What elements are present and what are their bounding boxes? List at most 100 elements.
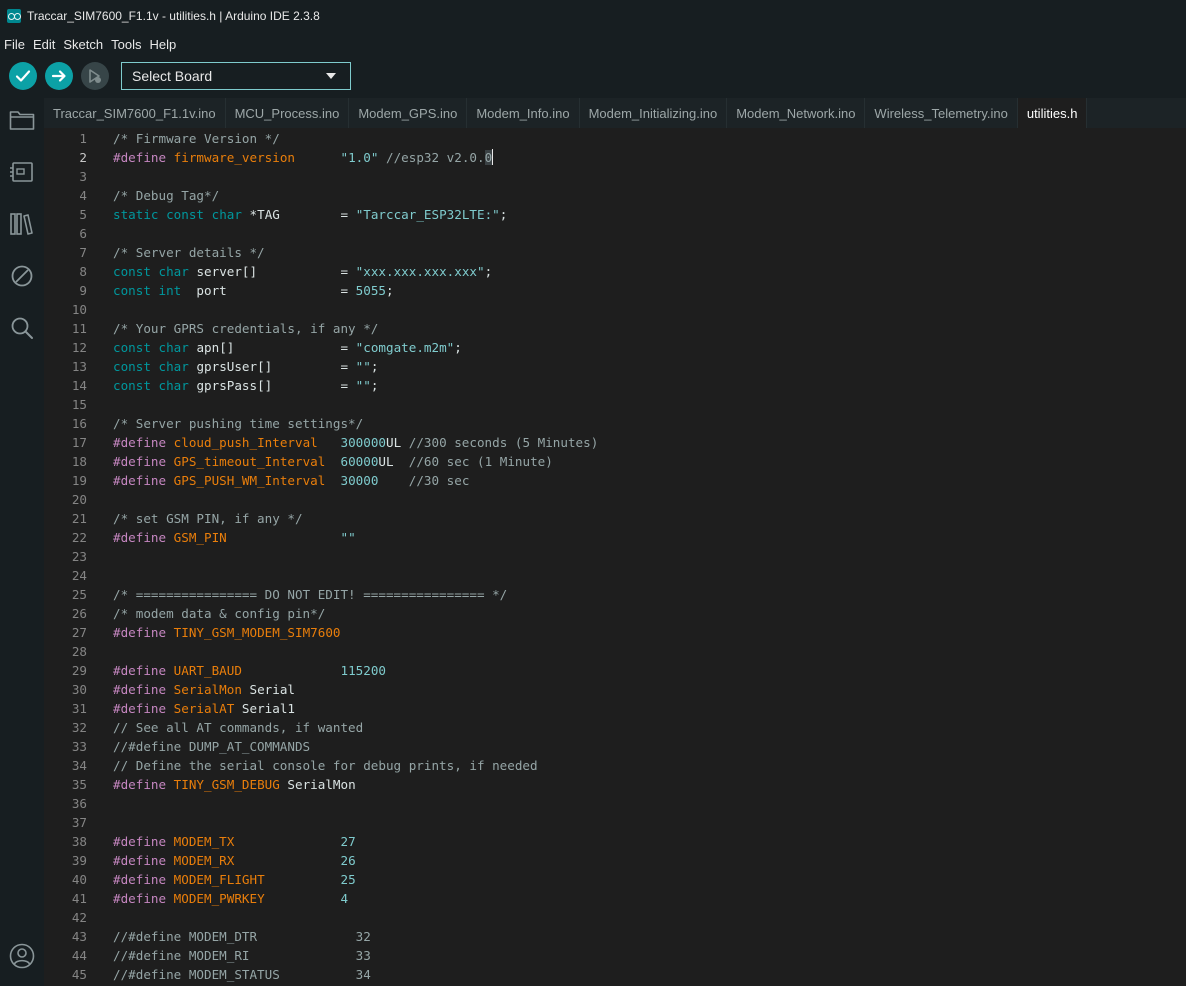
code-text: const char gprsPass[] = ""; bbox=[113, 376, 378, 395]
code-line[interactable]: 41 #define MODEM_PWRKEY 4 bbox=[44, 889, 1186, 908]
code-line[interactable]: 13 const char gprsUser[] = ""; bbox=[44, 357, 1186, 376]
tab-modem-network[interactable]: Modem_Network.ino bbox=[727, 98, 866, 128]
code-text: // See all AT commands, if wanted bbox=[113, 718, 363, 737]
code-line[interactable]: 25 /* ================ DO NOT EDIT! =====… bbox=[44, 585, 1186, 604]
code-line[interactable]: 7 /* Server details */ bbox=[44, 243, 1186, 262]
code-line[interactable]: 42 bbox=[44, 908, 1186, 927]
menu-tools[interactable]: Tools bbox=[107, 37, 145, 52]
code-token: const bbox=[113, 283, 151, 298]
code-token: char bbox=[158, 378, 189, 393]
code-line[interactable]: 32 // See all AT commands, if wanted bbox=[44, 718, 1186, 737]
code-line[interactable]: 2 #define firmware_version "1.0" //esp32 … bbox=[44, 148, 1186, 167]
tab-modem-gps[interactable]: Modem_GPS.ino bbox=[349, 98, 468, 128]
code-line[interactable]: 11 /* Your GPRS credentials, if any */ bbox=[44, 319, 1186, 338]
code-line[interactable]: 31 #define SerialAT Serial1 bbox=[44, 699, 1186, 718]
code-token: ; bbox=[370, 378, 379, 393]
menu-help[interactable]: Help bbox=[145, 37, 180, 52]
code-line[interactable]: 9 const int port = 5055; bbox=[44, 281, 1186, 300]
code-token: const bbox=[113, 264, 151, 279]
code-editor[interactable]: 1 /* Firmware Version */ 2 #define firmware… bbox=[44, 128, 1186, 986]
code-token: MODEM_PWRKEY bbox=[173, 891, 265, 906]
upload-button[interactable] bbox=[45, 62, 73, 90]
code-line[interactable]: 34 // Define the serial console for debug… bbox=[44, 756, 1186, 775]
code-line[interactable]: 28 bbox=[44, 642, 1186, 661]
arrow-right-icon bbox=[51, 70, 66, 82]
code-line[interactable]: 35 #define TINY_GSM_DEBUG SerialMon bbox=[44, 775, 1186, 794]
code-line[interactable]: 8 const char server[] = "xxx.xxx.xxx.xxx"… bbox=[44, 262, 1186, 281]
code-line[interactable]: 37 bbox=[44, 813, 1186, 832]
code-token: TINY_GSM_DEBUG bbox=[173, 777, 280, 792]
code-line[interactable]: 14 const char gprsPass[] = ""; bbox=[44, 376, 1186, 395]
code-line[interactable]: 1 /* Firmware Version */ bbox=[44, 129, 1186, 148]
code-token: #define bbox=[113, 891, 167, 906]
tab-utilities[interactable]: utilities.h bbox=[1017, 98, 1088, 128]
code-line[interactable]: 27 #define TINY_GSM_MODEM_SIM7600 bbox=[44, 623, 1186, 642]
code-line[interactable]: 38 #define MODEM_TX 27 bbox=[44, 832, 1186, 851]
code-line[interactable]: 3 bbox=[44, 167, 1186, 186]
verify-button[interactable] bbox=[9, 62, 37, 90]
code-line[interactable]: 17 #define cloud_push_Interval 300000UL /… bbox=[44, 433, 1186, 452]
line-number: 23 bbox=[71, 549, 87, 564]
code-line[interactable]: 22 #define GSM_PIN "" bbox=[44, 528, 1186, 547]
code-token: UL bbox=[378, 454, 409, 469]
code-line[interactable]: 40 #define MODEM_FLIGHT 25 bbox=[44, 870, 1186, 889]
code-line[interactable]: 6 bbox=[44, 224, 1186, 243]
code-line[interactable]: 23 bbox=[44, 547, 1186, 566]
code-line[interactable]: 18 #define GPS_timeout_Interval 60000UL /… bbox=[44, 452, 1186, 471]
code-line[interactable]: 4 /* Debug Tag*/ bbox=[44, 186, 1186, 205]
code-line[interactable]: 29 #define UART_BAUD 115200 bbox=[44, 661, 1186, 680]
code-line[interactable]: 36 bbox=[44, 794, 1186, 813]
code-token: ; bbox=[499, 207, 508, 222]
line-number: 38 bbox=[71, 834, 87, 849]
code-token: Serial1 bbox=[234, 701, 296, 716]
code-line[interactable]: 43 //#define MODEM_DTR 32 bbox=[44, 927, 1186, 946]
code-line[interactable]: 19 #define GPS_PUSH_WM_Interval 30000 //3… bbox=[44, 471, 1186, 490]
code-line[interactable]: 15 bbox=[44, 395, 1186, 414]
line-number: 43 bbox=[71, 929, 87, 944]
code-text: /* Your GPRS credentials, if any */ bbox=[113, 319, 378, 338]
search-icon bbox=[11, 317, 33, 339]
code-line[interactable]: 44 //#define MODEM_RI 33 bbox=[44, 946, 1186, 965]
code-line[interactable]: 20 bbox=[44, 490, 1186, 509]
boards-manager-button[interactable] bbox=[8, 158, 36, 186]
profile-button[interactable] bbox=[8, 942, 36, 970]
search-button[interactable] bbox=[8, 314, 36, 342]
tab-modem-info[interactable]: Modem_Info.ino bbox=[467, 98, 580, 128]
code-token: #define bbox=[113, 625, 167, 640]
code-line[interactable]: 30 #define SerialMon Serial bbox=[44, 680, 1186, 699]
line-number: 7 bbox=[79, 245, 87, 260]
code-text: //#define MODEM_DTR 32 bbox=[113, 927, 371, 946]
code-token: MODEM_RX bbox=[173, 853, 235, 868]
code-line[interactable]: 24 bbox=[44, 566, 1186, 585]
debug-view-button[interactable] bbox=[8, 262, 36, 290]
menu-edit[interactable]: Edit bbox=[29, 37, 59, 52]
tab-mcu-process[interactable]: MCU_Process.ino bbox=[226, 98, 350, 128]
library-manager-button[interactable] bbox=[8, 210, 36, 238]
line-number: 27 bbox=[71, 625, 87, 640]
debug-button[interactable] bbox=[81, 62, 109, 90]
code-text: //#define MODEM_STATUS 34 bbox=[113, 965, 371, 984]
code-line[interactable]: 26 /* modem data & config pin*/ bbox=[44, 604, 1186, 623]
code-line[interactable]: 5 static const char *TAG = "Tarccar_ESP32… bbox=[44, 205, 1186, 224]
line-number: 33 bbox=[71, 739, 87, 754]
tab-wireless-telemetry[interactable]: Wireless_Telemetry.ino bbox=[865, 98, 1018, 128]
tab-modem-initializing[interactable]: Modem_Initializing.ino bbox=[580, 98, 728, 128]
code-line[interactable]: 45 //#define MODEM_STATUS 34 bbox=[44, 965, 1186, 984]
menu-file[interactable]: File bbox=[0, 37, 29, 52]
tab-traccar-main[interactable]: Traccar_SIM7600_F1.1v.ino bbox=[44, 98, 226, 128]
line-number: 16 bbox=[71, 416, 87, 431]
code-line[interactable]: 16 /* Server pushing time settings*/ bbox=[44, 414, 1186, 433]
sketchbook-button[interactable] bbox=[8, 106, 36, 134]
code-line[interactable]: 33 //#define DUMP_AT_COMMANDS bbox=[44, 737, 1186, 756]
menu-sketch[interactable]: Sketch bbox=[59, 37, 107, 52]
board-selector[interactable]: Select Board bbox=[121, 62, 351, 90]
code-line[interactable]: 12 const char apn[] = "comgate.m2m"; bbox=[44, 338, 1186, 357]
code-token: SerialMon bbox=[279, 777, 356, 792]
code-line[interactable]: 39 #define MODEM_RX 26 bbox=[44, 851, 1186, 870]
code-line[interactable]: 21 /* set GSM PIN, if any */ bbox=[44, 509, 1186, 528]
code-line[interactable]: 10 bbox=[44, 300, 1186, 319]
code-text: /* Server pushing time settings*/ bbox=[113, 414, 363, 433]
